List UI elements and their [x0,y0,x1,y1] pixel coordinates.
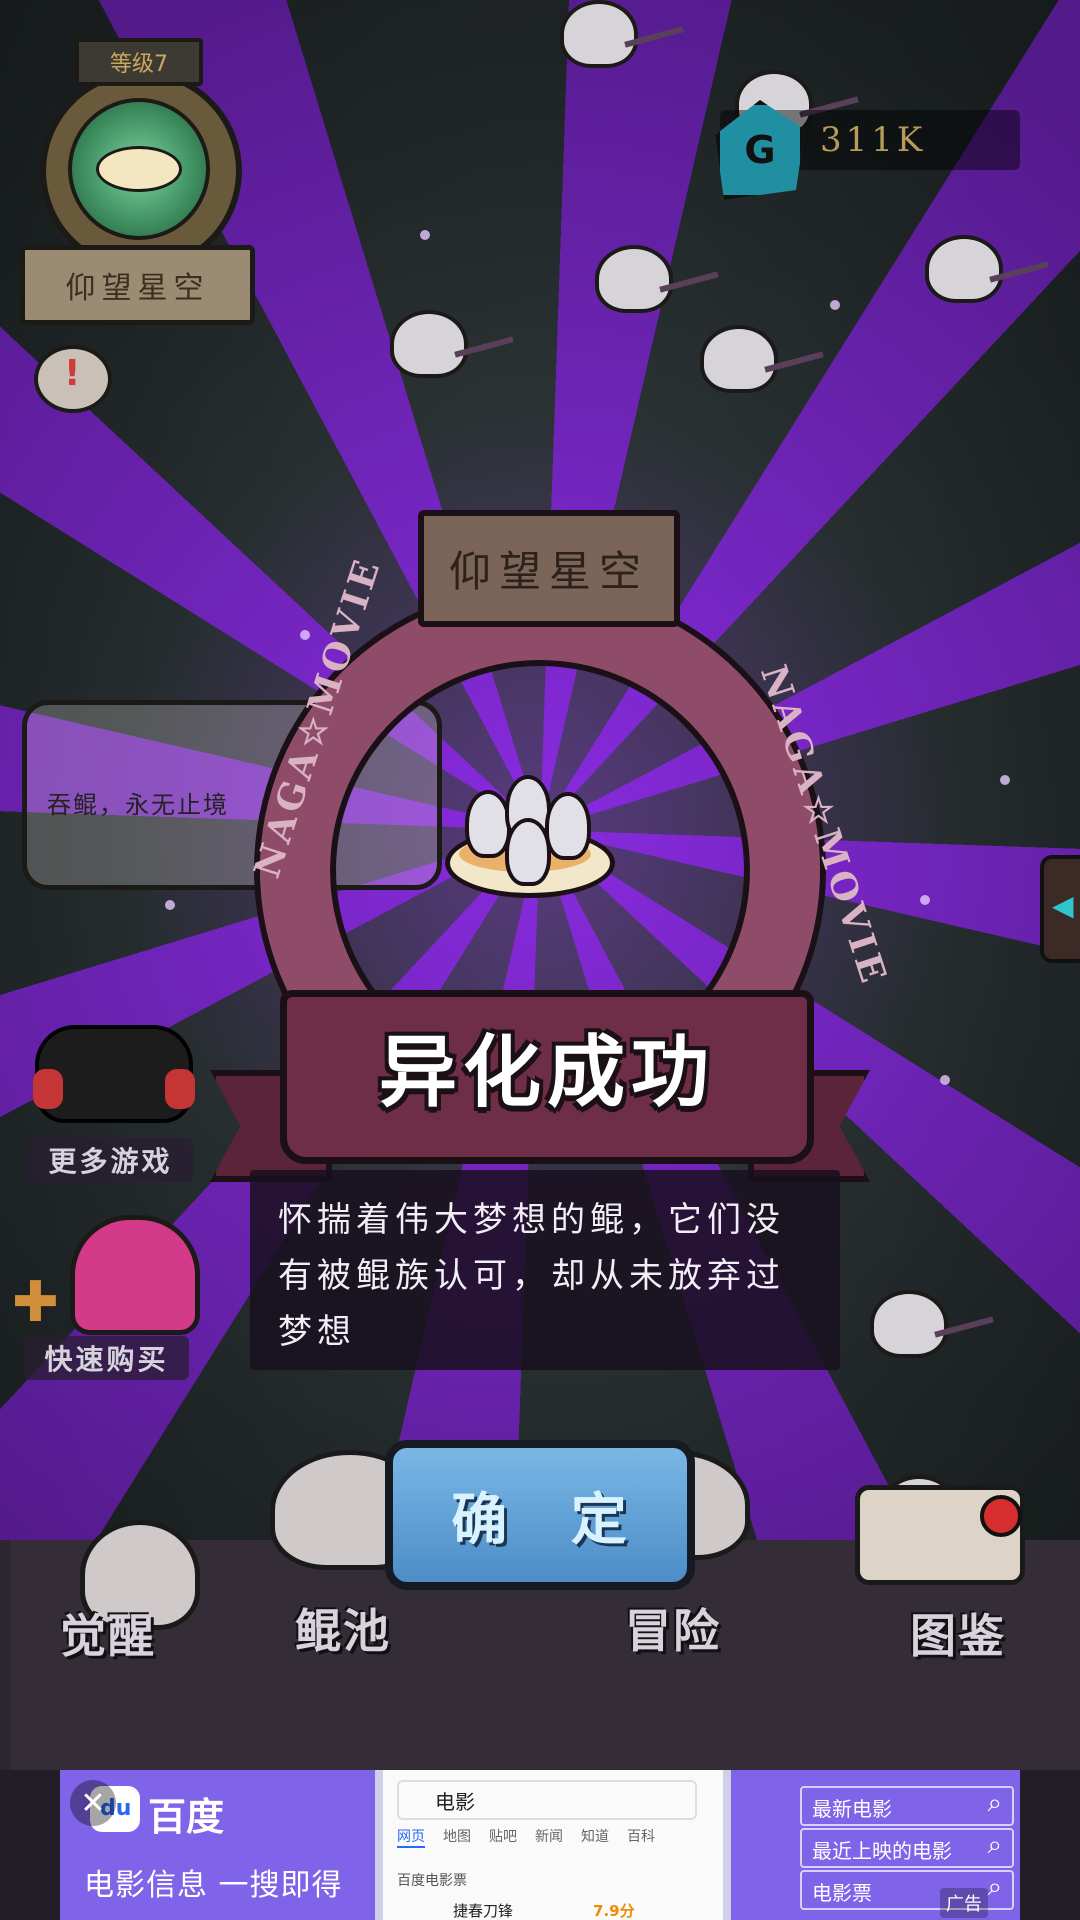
banner-title: 异化成功 [378,1028,715,1118]
phone-tab: 网页 [397,1826,425,1848]
level-ring [40,70,242,272]
game-scene: 等级7 仰望星空 G 311K 吞鲲，永无止境 更多游戏 ✚ 快速购买 觉醒 鲲… [0,0,1080,1920]
alert-icon[interactable] [34,345,112,413]
ad-phone-preview: 电影 网页 地图 贴吧 新闻 知道 百科 百度电影票 捷春刀锋 7.9分 [375,1770,731,1920]
notification-dot [980,1495,1022,1537]
kun-creature [595,245,673,313]
ad-label: 广告 [940,1888,988,1918]
phone-tab: 百科 [627,1829,655,1845]
phone-tab: 贴吧 [489,1829,517,1845]
sparkle [420,230,430,240]
description-text: 怀揣着伟大梦想的鲲，它们没有被鲲族认可，却从未放弃过梦想 [278,1200,785,1352]
player-title: 仰望星空 [20,245,255,325]
ad-brand: 百度 [148,1795,225,1839]
sparkle [1000,775,1010,785]
ad-suggestion-label: 最近上映的电影 [812,1839,952,1863]
sparkle [920,895,930,905]
evolution-modal: NAGA☆MOVIE NAGA☆MOVIE 仰望星空 异化成功 怀揣着伟大梦想的… [200,510,895,1590]
nav-slot-awaken[interactable]: 觉醒 [10,1520,259,1770]
kun-creature [870,1290,948,1358]
confirm-button[interactable]: 确 定 [385,1440,695,1590]
ghost-icon[interactable] [70,1215,200,1335]
level-avatar [68,98,210,240]
kun-creature [560,0,638,68]
description-box: 怀揣着伟大梦想的鲲，它们没有被鲲族认可，却从未放弃过梦想 [250,1170,840,1370]
ad-suggestion-label: 电影票 [812,1881,872,1905]
kun-creature [925,235,1003,303]
quick-buy-button[interactable]: 快速购买 [24,1336,189,1380]
dish-icon [96,146,182,192]
phone-row: 百度电影票 [397,1873,467,1889]
ad-banner[interactable]: 百度 ✕ 电影信息 一搜即得 电影 网页 地图 贴吧 新闻 知道 百科 百度电影… [60,1770,1020,1920]
more-games-button[interactable]: 更多游戏 [28,1138,193,1182]
ad-close-button[interactable]: ✕ [70,1780,116,1826]
success-banner: 异化成功 [210,980,870,1182]
nav-label-pool: 鲲池 [295,1604,391,1658]
nav-label-adventure: 冒险 [625,1604,721,1658]
kun-creature [700,325,778,393]
gamepad-icon[interactable] [33,1025,195,1123]
nav-slot-gallery[interactable]: 图鉴 [745,1485,1080,1770]
level-badge[interactable]: 等级7 仰望星空 [20,30,255,340]
kun-creature [390,310,468,378]
fish-head-icon [545,792,591,860]
phone-tab: 地图 [443,1829,471,1845]
phone-movie-score: 7.9分 [593,1902,635,1920]
phone-search-query: 电影 [435,1790,475,1814]
plus-icon: ✚ [12,1270,59,1335]
side-arrow-button[interactable] [1040,855,1080,963]
currency-value: 311K [820,120,927,160]
sparkle [830,300,840,310]
phone-search-bar: 电影 [397,1780,697,1820]
sparkle [940,1075,950,1085]
kun-pie-icon [445,775,615,898]
phone-tab: 新闻 [535,1829,563,1845]
nav-label-awaken: 觉醒 [60,1609,156,1663]
phone-movie-title: 捷春刀锋 [453,1902,514,1920]
ad-suggestion-label: 最新电影 [812,1797,892,1821]
fish-head-icon [465,790,511,858]
sparkle [165,900,175,910]
fish-head-icon [505,818,551,886]
ad-suggestion[interactable]: 最近上映的电影 [800,1828,1014,1868]
modal-title-plaque: 仰望星空 [418,510,680,627]
level-label: 等级7 [75,38,203,86]
phone-tab: 知道 [581,1829,609,1845]
phone-tabs: 网页 地图 贴吧 新闻 知道 百科 [397,1826,697,1848]
ad-slogan: 电影信息 一搜即得 [84,1868,343,1903]
nav-label-gallery: 图鉴 [910,1609,1006,1663]
phone-movie-row: 捷春刀锋 7.9分 [453,1900,635,1920]
ad-suggestion[interactable]: 最新电影 [800,1786,1014,1826]
